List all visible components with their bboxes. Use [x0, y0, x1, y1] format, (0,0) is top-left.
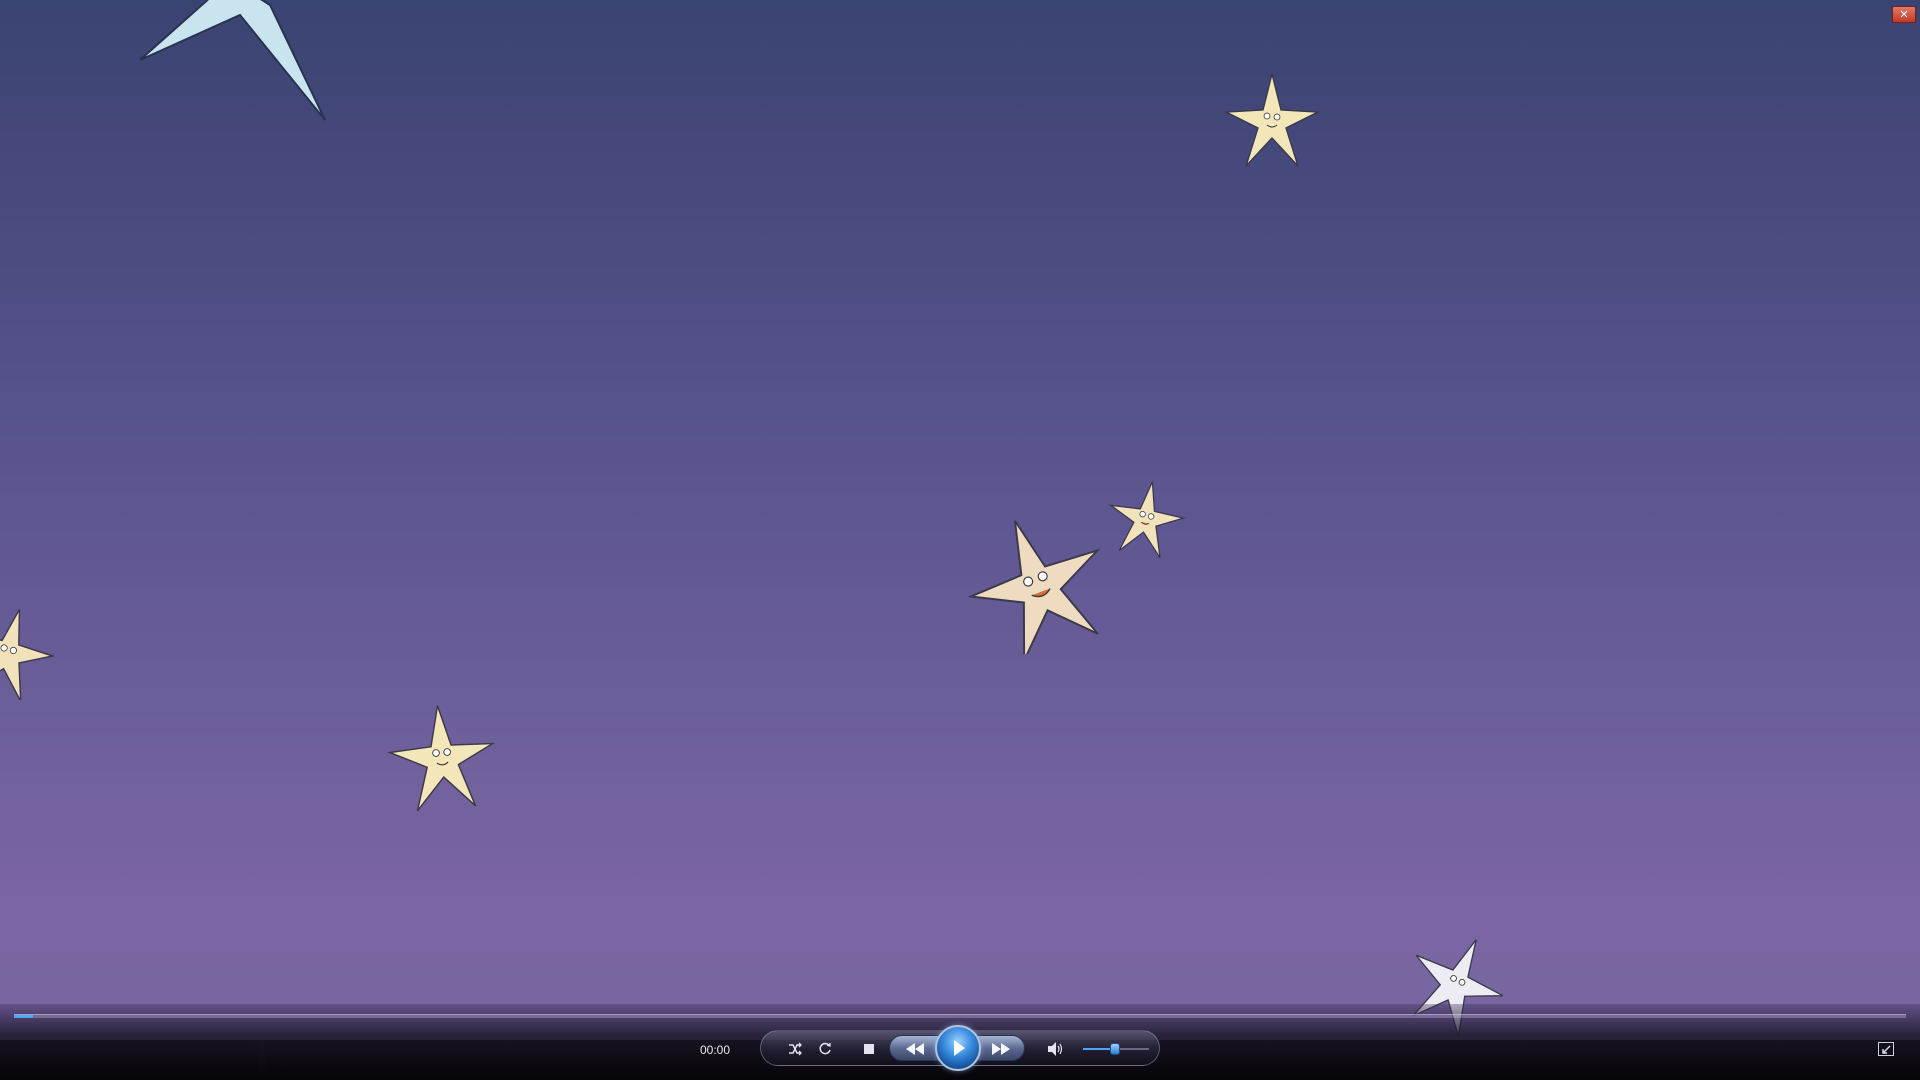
shuffle-button[interactable] — [785, 1039, 805, 1059]
starfish-yellow-left — [387, 705, 496, 812]
repeat-button[interactable] — [815, 1039, 835, 1059]
stop-button[interactable] — [859, 1039, 879, 1059]
starfish-center-small — [1108, 481, 1186, 558]
fast-forward-icon — [992, 1043, 1010, 1055]
switch-to-library-button[interactable] — [1878, 1042, 1894, 1056]
stop-icon — [864, 1044, 874, 1054]
previous-button[interactable] — [900, 1039, 930, 1059]
elapsed-time: 00:00 — [699, 1043, 731, 1057]
rewind-icon — [906, 1043, 924, 1055]
seek-bar[interactable] — [14, 1014, 1906, 1018]
starfish-large-blue — [139, 0, 326, 121]
starfish-yellow-top — [1223, 73, 1321, 167]
starfish-left-edge — [0, 608, 56, 700]
mute-button[interactable] — [1043, 1039, 1067, 1059]
close-button[interactable]: ✕ — [1892, 6, 1916, 23]
starfish-center-large — [968, 520, 1101, 654]
volume-slider[interactable] — [1083, 1043, 1149, 1055]
volume-thumb[interactable] — [1109, 1043, 1120, 1055]
media-player-window: ✕ 00:00 — [0, 0, 1920, 1080]
repeat-icon — [819, 1042, 831, 1055]
play-button[interactable] — [935, 1025, 981, 1071]
seek-bar-progress — [14, 1015, 33, 1018]
play-icon — [954, 1040, 965, 1056]
speaker-icon — [1048, 1042, 1063, 1056]
shuffle-icon — [789, 1042, 802, 1056]
transport-bar — [760, 1025, 1160, 1071]
close-icon: ✕ — [1899, 8, 1909, 21]
video-area[interactable]: ✕ — [0, 0, 1920, 1040]
playback-controls: 00:00 — [0, 1004, 1920, 1080]
next-button[interactable] — [986, 1039, 1016, 1059]
switch-to-library-icon — [1882, 1045, 1891, 1054]
